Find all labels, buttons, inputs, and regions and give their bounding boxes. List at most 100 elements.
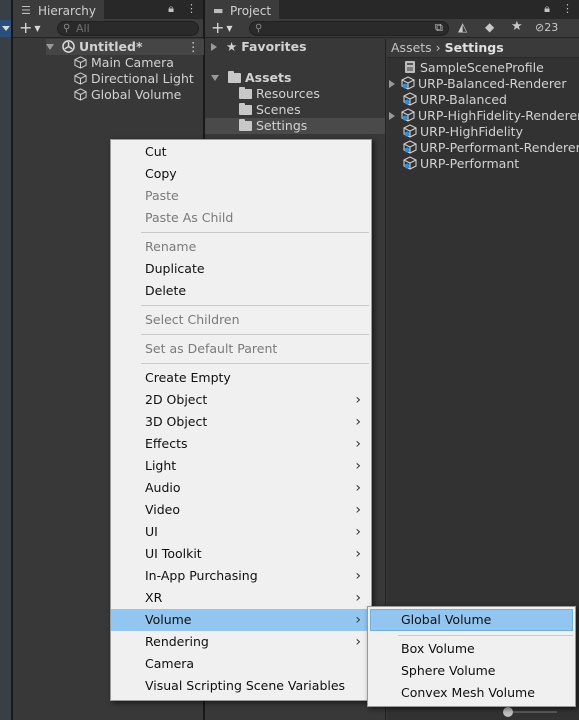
asset-item[interactable]: URP-HighFidelity [403,124,523,140]
chevron-right-icon: › [355,414,361,430]
hierarchy-toolbar: + ▼ ⚲ All [13,19,203,38]
menu-item-visual-scripting-scene-variables[interactable]: Visual Scripting Scene Variables [111,675,371,697]
menu-item-label: Video [145,502,181,517]
breadcrumb-item-current[interactable]: Settings [445,40,504,55]
chevron-down-icon: ▼ [226,23,233,33]
breadcrumb: Assets › Settings [387,39,579,58]
gameobject-cube-icon [74,56,87,69]
project-search-input[interactable]: ⚲ [249,21,449,36]
folder-icon [239,87,252,99]
menu-item-camera[interactable]: Camera [111,653,371,675]
menu-item-cut[interactable]: Cut [111,141,371,163]
menu-item-in-app-purchasing[interactable]: In-App Purchasing › [111,565,371,587]
scene-options-icon[interactable]: ⋮ [187,39,200,55]
lock-icon[interactable]: 🔒︎ [168,2,174,16]
foldout-arrow-icon[interactable] [389,80,395,88]
search-icon: ⚲ [255,23,263,34]
favorite-star-icon[interactable]: ★ [511,19,523,34]
menu-item-rename: Rename [145,239,197,254]
asset-item[interactable]: SampleSceneProfile [403,60,544,76]
chevron-down-icon: ▼ [34,23,41,33]
menu-item-video[interactable]: Video › [111,499,371,521]
create-asset-button[interactable]: + ▼ [211,20,239,37]
submenu-item-global-volume[interactable]: Global Volume [368,609,571,631]
filter-type-icon[interactable]: ◭ [458,20,467,34]
kebab-menu-icon[interactable]: ⋮ [186,2,197,16]
menu-item-2d-object[interactable]: 2D Object › [111,389,371,411]
hierarchy-item[interactable]: Directional Light [74,71,194,87]
create-button[interactable]: + ▼ [19,20,47,37]
menu-item-create-empty[interactable]: Create Empty [111,367,371,389]
chevron-right-icon: › [355,392,361,408]
foldout-arrow-icon[interactable] [211,75,219,81]
folder-row[interactable]: Resources [239,86,320,102]
tab-project[interactable]: ▬ Project [205,0,280,19]
breadcrumb-item[interactable]: Assets [391,40,432,55]
search-by-type-icon[interactable]: ⧉ [435,21,443,35]
menu-item-ui-toolkit[interactable]: UI Toolkit › [111,543,371,565]
menu-item-xr[interactable]: XR › [111,587,371,609]
menu-item-light[interactable]: Light › [111,455,371,477]
menu-separator [141,232,369,233]
menu-item-delete[interactable]: Delete [111,280,371,302]
menu-item-3d-object[interactable]: 3D Object › [111,411,371,433]
menu-item-ui[interactable]: UI › [111,521,371,543]
menu-item-paste: Paste [145,188,179,203]
asset-label: URP-Performant [420,156,520,171]
menu-separator [398,635,573,636]
project-tabbar: ▬ Project 🔒︎ ⋮ [205,0,579,19]
chevron-right-icon: › [355,546,361,562]
folder-icon [227,71,241,83]
tab-hierarchy[interactable]: ☰ Hierarchy [13,0,105,19]
submenu-item-box-volume[interactable]: Box Volume [368,638,571,660]
menu-item-label: 2D Object [145,392,208,407]
asset-item[interactable]: URP-HighFidelity-Renderer [389,108,579,124]
folder-row-selected[interactable]: Settings [205,118,385,134]
asset-item[interactable]: URP-Balanced-Renderer [389,76,567,92]
menu-item-label: Light [145,458,177,473]
favorites-row[interactable]: ★ Favorites [211,39,307,55]
assets-row[interactable]: Assets [211,70,291,86]
submenu-item-sphere-volume[interactable]: Sphere Volume [368,660,571,682]
hierarchy-item[interactable]: Main Camera [74,55,174,71]
foldout-arrow-icon[interactable] [211,43,217,51]
volume-profile-icon [405,61,415,73]
menu-item-rendering[interactable]: Rendering › [111,631,371,653]
chevron-right-icon: › [355,524,361,540]
hidden-count: 23 [544,21,559,34]
menu-item-effects[interactable]: Effects › [111,433,371,455]
icon-size-slider-handle[interactable] [503,707,513,717]
menu-item-audio[interactable]: Audio › [111,477,371,499]
asset-label: URP-HighFidelity-Renderer [418,108,579,123]
label-tag-icon[interactable]: ◆ [485,20,494,34]
menu-item-label: Effects [145,436,188,451]
tab-hierarchy-label: Hierarchy [38,3,97,18]
icon-size-slider[interactable] [507,711,557,713]
menu-item-duplicate[interactable]: Duplicate [111,258,371,280]
asset-label: SampleSceneProfile [420,60,544,75]
menu-item-copy[interactable]: Copy [111,163,371,185]
menu-item-label: Rendering [145,634,209,649]
submenu-item-convex-mesh-volume[interactable]: Convex Mesh Volume [368,682,571,704]
asset-item[interactable]: URP-Performant [403,156,519,172]
render-pipeline-asset-icon [401,108,415,122]
chevron-right-icon: › [355,612,361,628]
asset-item[interactable]: URP-Balanced [403,92,507,108]
hierarchy-item[interactable]: Global Volume [74,87,181,103]
volume-submenu: Global Volume Box Volume Sphere Volume C… [367,606,576,707]
hidden-packages-icon[interactable]: ⊘23 [535,21,558,34]
hierarchy-item-label: Main Camera [91,55,174,70]
lock-icon[interactable]: 🔒︎ [544,2,550,16]
breadcrumb-separator-icon: › [435,40,445,55]
folder-label: Scenes [256,102,301,117]
foldout-arrow-icon[interactable] [46,44,54,50]
menu-item-volume[interactable]: Volume › [111,609,371,631]
scene-dropdown-button[interactable] [0,20,11,37]
kebab-menu-icon[interactable]: ⋮ [562,2,573,16]
foldout-arrow-icon[interactable] [389,112,395,120]
scene-view-edge [0,0,11,720]
scene-root-row[interactable]: Untitled* ⋮ [46,39,204,55]
asset-item[interactable]: URP-Performant-Renderer [403,140,579,156]
folder-row[interactable]: Scenes [239,102,301,118]
hierarchy-search-input[interactable]: ⚲ All [57,21,199,36]
